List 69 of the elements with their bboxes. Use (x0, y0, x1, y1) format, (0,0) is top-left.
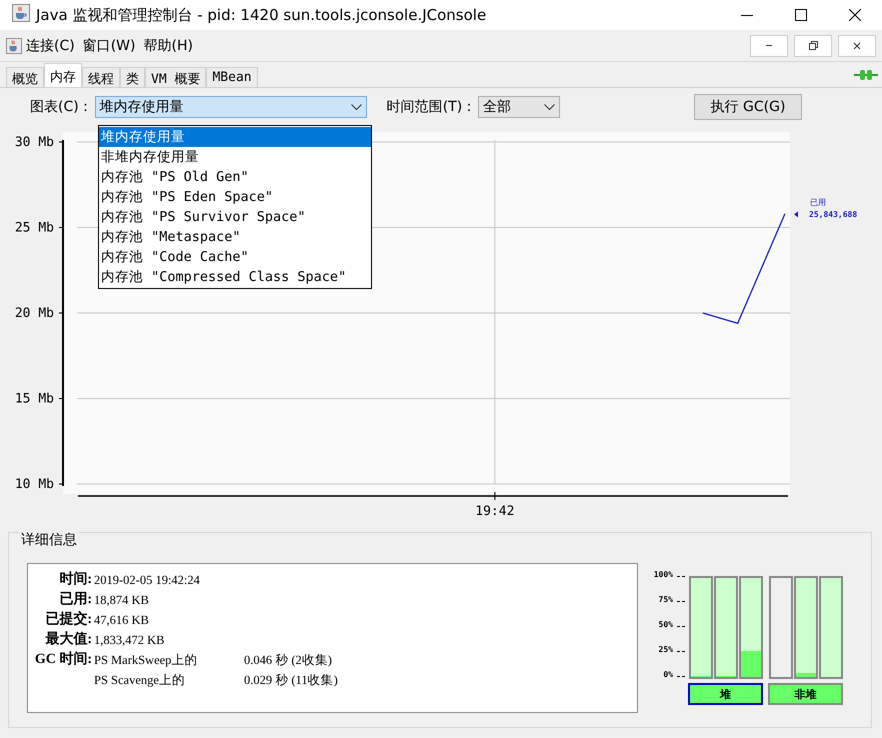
y-axis-label: 10 Mb (14, 477, 54, 492)
tick-mark (677, 576, 686, 577)
dropdown-option[interactable]: 非堆内存使用量 (99, 147, 371, 167)
tick-mark (677, 626, 686, 627)
close-icon (849, 9, 861, 21)
gc-time: 0.046 秒 (2收集) (244, 652, 333, 669)
tab[interactable]: VM 概要 (145, 67, 206, 87)
time-range-dropdown[interactable]: 全部 (478, 96, 560, 118)
menu-item[interactable]: 连接(C) (22, 36, 79, 54)
tab[interactable]: 类 (120, 67, 145, 87)
dropdown-option[interactable]: 堆内存使用量 (99, 127, 371, 147)
tab[interactable]: 内存 (44, 63, 82, 87)
field-label: 时间: (58, 570, 92, 589)
field-label: 已提交: (44, 610, 92, 629)
scale-label: 100% (652, 570, 673, 579)
panel-title: 详细信息 (19, 531, 79, 549)
field-value: 18,874 KB (94, 592, 150, 609)
dropdown-option[interactable]: 内存池 "Metaspace" (99, 227, 371, 247)
current-value: 25,843,688 (809, 210, 858, 219)
menu-item[interactable]: 窗口(W) (78, 36, 140, 54)
gc-collector: PS Scavenge上的 (94, 672, 186, 689)
pointer-icon (794, 211, 798, 218)
scale-label: 50% (658, 620, 673, 629)
minimize-icon (766, 45, 772, 46)
dropdown-option[interactable]: 内存池 "Compressed Class Space" (99, 267, 371, 287)
field-label: 已用: (58, 590, 92, 609)
scale-label: 25% (658, 645, 673, 654)
dropdown-option[interactable]: 内存池 "Code Cache" (99, 247, 371, 267)
scale-label: 0% (662, 670, 673, 679)
window-title: Java 监视和管理控制台 - pid: 1420 sun.tools.jconsole.JConsole (36, 6, 488, 24)
tab[interactable]: 线程 (82, 67, 120, 87)
restore-icon (808, 41, 818, 50)
tick-mark (677, 601, 686, 602)
dropdown-option[interactable]: 内存池 "PS Old Gen" (99, 167, 371, 187)
tick-mark (677, 676, 686, 677)
close-icon (853, 42, 861, 50)
x-axis-label: 19:42 (475, 504, 514, 519)
field-value: 47,616 KB (94, 612, 150, 629)
tick-mark (677, 651, 686, 652)
field-label: GC 时间: (34, 650, 92, 669)
gc-time: 0.029 秒 (11收集) (244, 672, 339, 689)
scale-label: 75% (658, 595, 673, 604)
pool-group-button[interactable]: 非堆 (768, 683, 843, 705)
y-axis-label: 25 Mb (14, 220, 54, 236)
java-cup-icon (6, 38, 22, 54)
field-label: 最大值: (44, 630, 92, 649)
gc-collector: PS MarkSweep上的 (94, 652, 198, 669)
y-axis-label: 30 Mb (14, 135, 54, 150)
restore-button[interactable] (794, 34, 832, 56)
y-axis-label: 15 Mb (14, 392, 54, 406)
time-range-label: 时间范围(T)： (386, 98, 476, 116)
connection-plug-icon (854, 68, 878, 80)
chart-label: 图表(C)： (30, 98, 93, 116)
tab[interactable]: 概览 (6, 67, 44, 87)
field-value: 2019-02-05 19:42:24 (94, 572, 201, 589)
caret-icon (350, 104, 362, 110)
y-axis-label: 20 Mb (14, 306, 54, 321)
menu-item[interactable]: 帮助(H) (139, 36, 197, 54)
dropdown-option[interactable]: 内存池 "PS Survivor Space" (99, 207, 371, 227)
minimize-icon (741, 14, 753, 16)
caret-icon (544, 104, 556, 110)
series-label: 已用 (810, 198, 826, 207)
field-value: 1,833,472 KB (94, 632, 166, 649)
maximize-icon (795, 9, 807, 21)
tab[interactable]: MBean (206, 67, 258, 87)
chart-dropdown[interactable]: 堆内存使用量 (94, 96, 367, 118)
pool-group-button[interactable]: 堆 (688, 683, 763, 705)
dropdown-option[interactable]: 内存池 "PS Eden Space" (99, 187, 371, 207)
perform-gc-button[interactable]: 执行 GC(G) (694, 94, 802, 120)
